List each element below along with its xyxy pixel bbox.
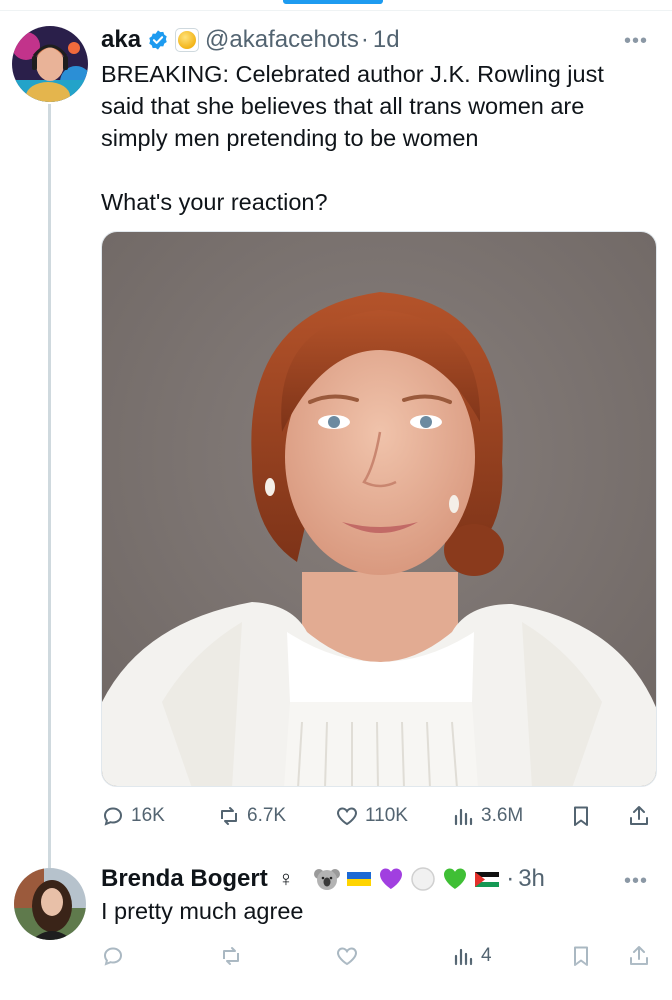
author-avatar[interactable] <box>12 26 88 102</box>
tweet-media-image[interactable] <box>101 231 657 787</box>
share-icon <box>630 806 648 825</box>
green-heart-icon <box>444 868 467 889</box>
reply-header: Brenda Bogert ♀ · 3h <box>101 862 545 896</box>
ukraine-flag-icon <box>347 872 372 886</box>
share-icon <box>630 946 648 965</box>
tweet-text-line: BREAKING: Celebrated author J.K. Rowling… <box>101 61 604 87</box>
bookmark-icon <box>574 946 588 966</box>
white-circle-icon <box>411 867 435 891</box>
koala-icon <box>314 869 341 890</box>
reply-icon <box>103 807 123 826</box>
repost-icon <box>223 947 239 965</box>
reply-icon <box>103 947 123 966</box>
reply-button[interactable]: 16K <box>101 800 165 832</box>
bookmark-button[interactable] <box>569 800 593 832</box>
active-tab-indicator <box>283 0 383 4</box>
bookmark-icon <box>574 806 588 826</box>
reply-text: I pretty much agree <box>101 898 304 924</box>
like-count: 110K <box>365 805 408 826</box>
reply-actions: 4 <box>101 940 661 972</box>
analytics-icon <box>454 948 473 966</box>
time-separator: · <box>506 865 515 892</box>
tweet-actions: 16K 6.7K 110K 3.6M <box>101 800 661 832</box>
like-button[interactable]: 110K <box>335 800 408 832</box>
divider <box>0 10 672 11</box>
bookmark-button[interactable] <box>569 940 593 972</box>
more-horizontal-icon[interactable]: ••• <box>624 870 648 893</box>
tweet-question: What's your reaction? <box>101 189 328 215</box>
reply-author-name[interactable]: Brenda Bogert <box>101 865 268 893</box>
views-button[interactable]: 4 <box>451 940 492 972</box>
heart-icon <box>337 947 357 966</box>
repost-button[interactable] <box>219 940 243 972</box>
reply-author-avatar[interactable] <box>14 868 86 940</box>
repost-icon <box>221 807 237 825</box>
tweet-time[interactable]: 1d <box>373 26 400 54</box>
views-count: 3.6M <box>481 805 524 826</box>
repost-button[interactable]: 6.7K <box>217 800 286 832</box>
affiliate-badge-icon <box>175 28 200 52</box>
author-name[interactable]: aka <box>101 26 141 54</box>
purple-heart-icon <box>380 868 403 889</box>
tweet-text-line: said that she believes that all trans wo… <box>101 93 585 119</box>
analytics-icon <box>454 808 473 826</box>
views-count: 4 <box>481 945 492 966</box>
reply-button[interactable] <box>101 940 125 972</box>
verified-badge-icon <box>149 30 167 50</box>
thread-connector-line <box>48 104 51 868</box>
more-horizontal-icon[interactable]: ••• <box>624 30 648 53</box>
share-button[interactable] <box>627 800 651 832</box>
tweet-text: BREAKING: Celebrated author J.K. Rowling… <box>101 58 661 218</box>
repost-count: 6.7K <box>247 805 287 826</box>
palestine-flag-icon <box>475 872 500 887</box>
time-separator: · <box>360 26 369 53</box>
author-handle[interactable]: @akafacehots <box>205 26 359 54</box>
reply-count: 16K <box>131 805 165 826</box>
like-button[interactable] <box>335 940 359 972</box>
tweet-text-line: simply men pretending to be women <box>101 125 479 151</box>
reply-time[interactable]: 3h <box>518 865 545 893</box>
tweet-header: aka @akafacehots · 1d <box>101 24 400 56</box>
views-button[interactable]: 3.6M <box>451 800 523 832</box>
heart-icon <box>337 807 357 826</box>
gender-symbol: ♀ <box>277 866 295 891</box>
share-button[interactable] <box>627 940 651 972</box>
